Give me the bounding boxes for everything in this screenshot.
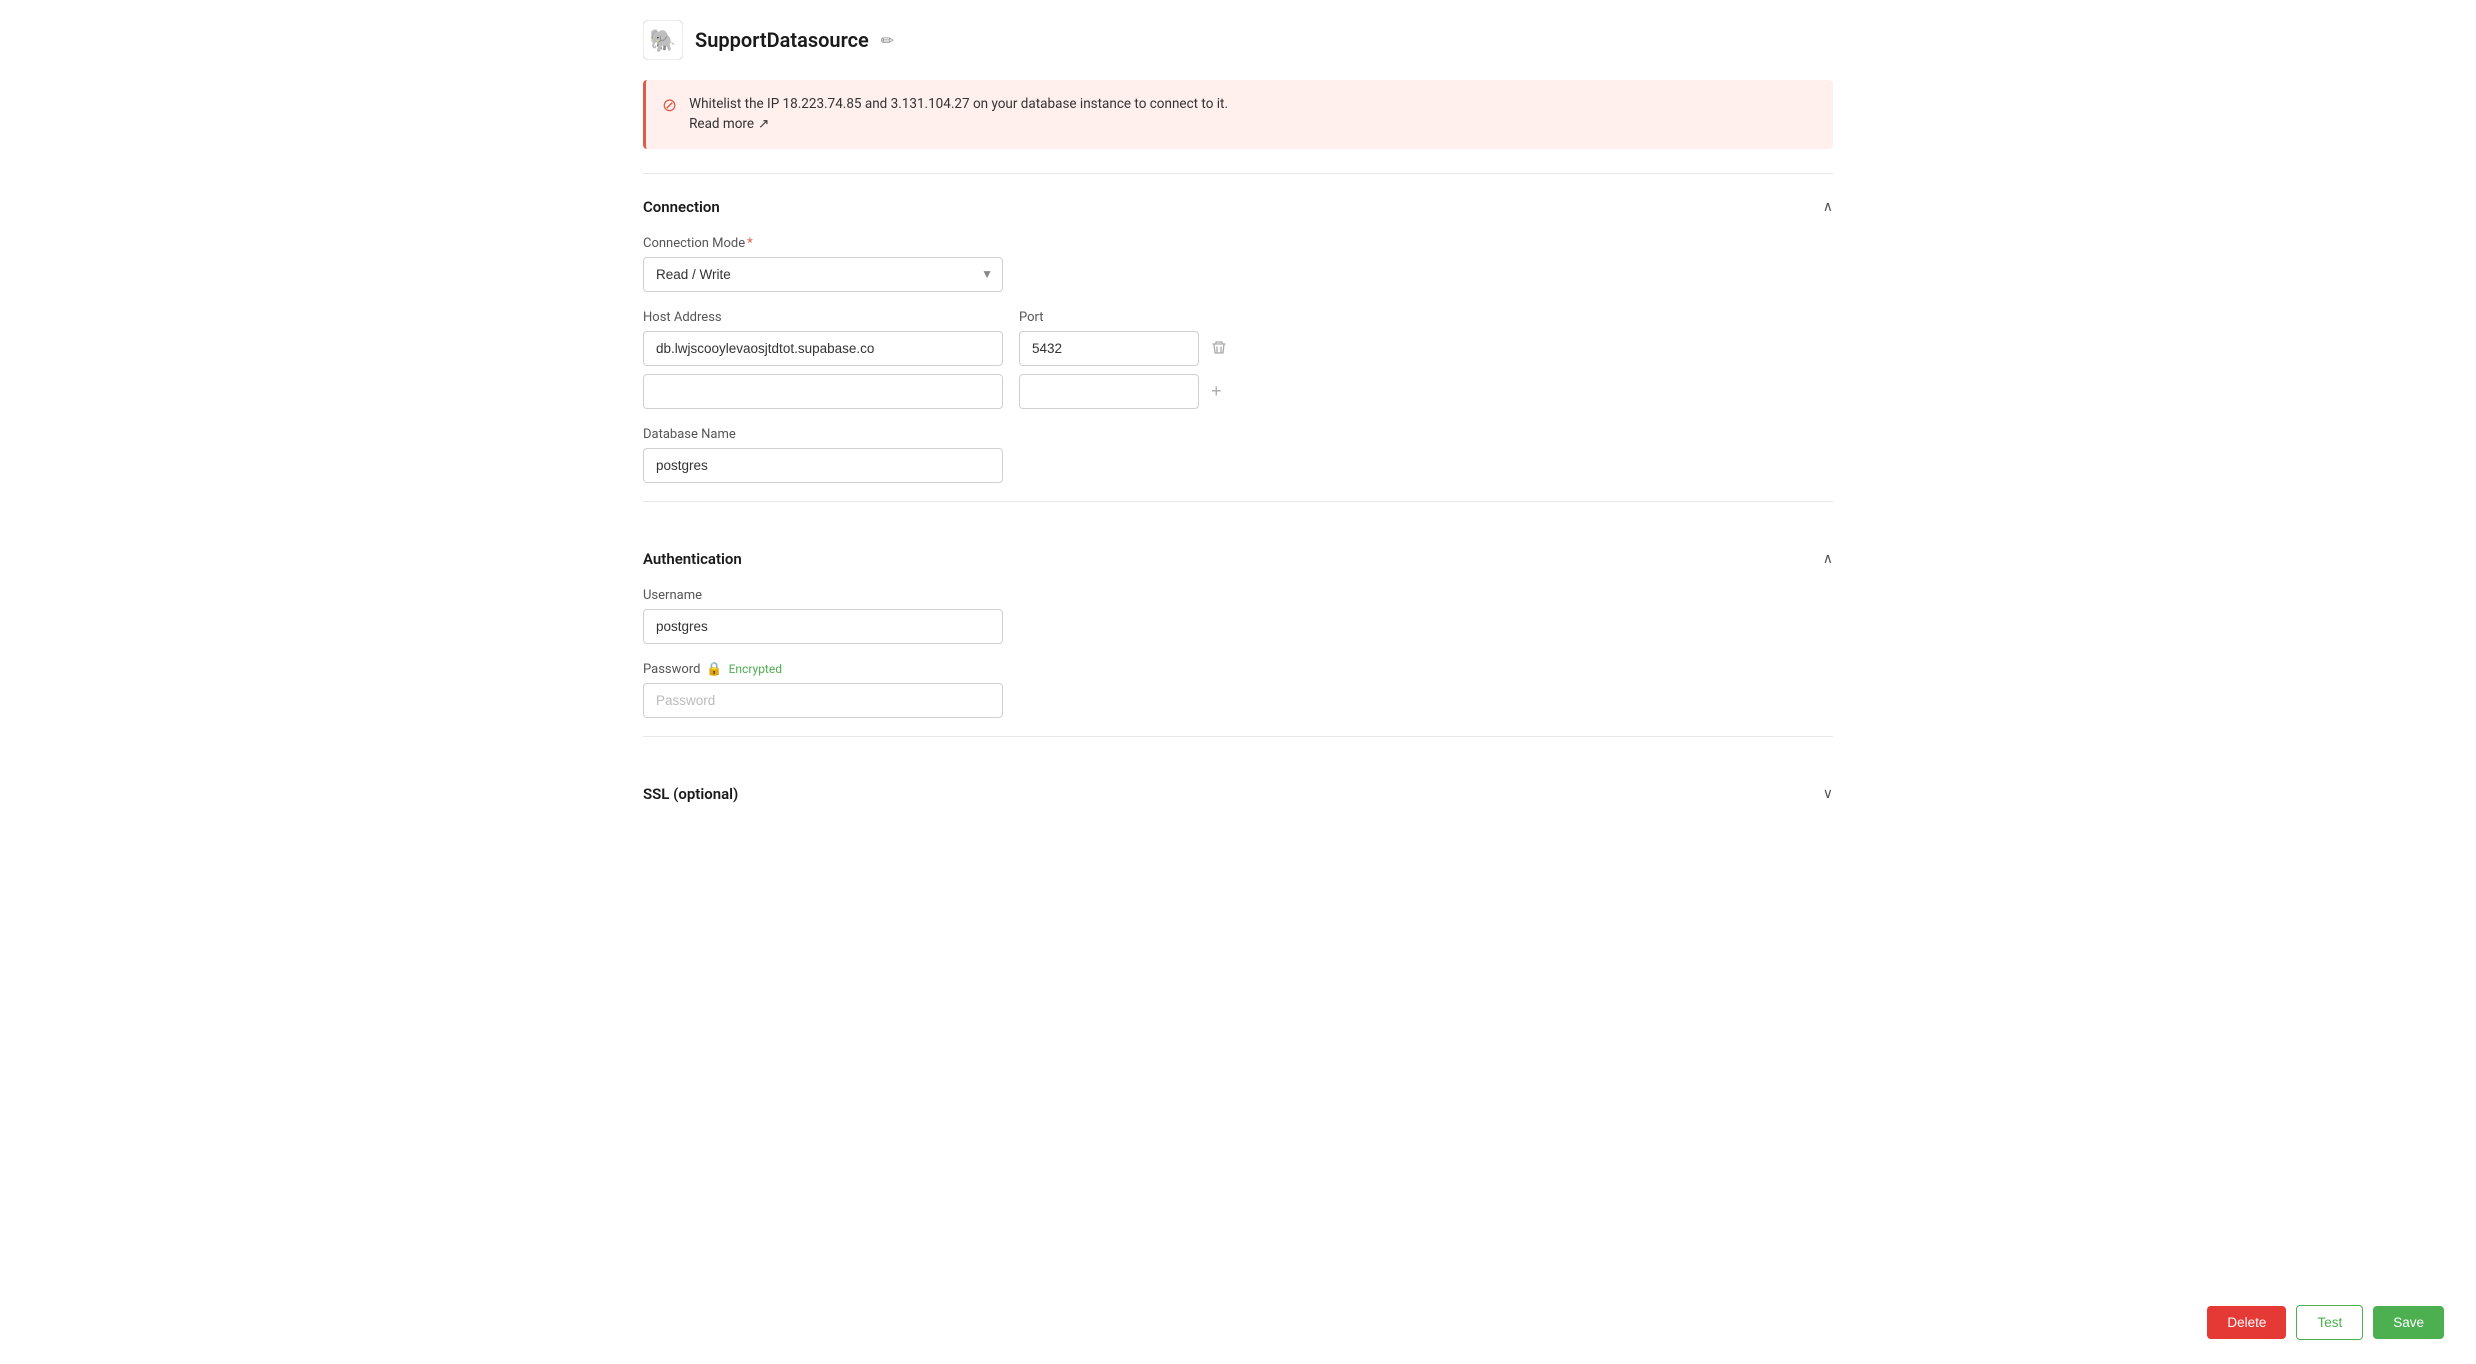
lock-icon: 🔒 <box>706 662 722 677</box>
auth-section-header[interactable]: Authentication ∧ <box>643 550 1833 568</box>
alert-read-more-link[interactable]: Read more ↗ <box>689 114 769 134</box>
username-input[interactable] <box>643 609 1003 644</box>
port-input[interactable] <box>1019 331 1199 366</box>
delete-port-button[interactable] <box>1207 336 1231 360</box>
ssl-section: SSL (optional) ∨ <box>643 761 1833 803</box>
encrypted-badge: Encrypted <box>729 662 782 676</box>
add-host-button[interactable]: + <box>1207 377 1226 406</box>
divider-connection <box>643 173 1833 174</box>
username-label: Username <box>643 588 1003 603</box>
username-group: Username <box>643 588 1003 644</box>
connection-mode-select-wrapper: Read / Write Read Only ▼ <box>643 257 1003 292</box>
host-address-group: Host Address <box>643 310 1003 366</box>
divider-ssl <box>643 736 1833 737</box>
ssl-section-title: SSL (optional) <box>643 785 738 803</box>
database-name-input[interactable] <box>643 448 1003 483</box>
edit-icon[interactable]: ✏ <box>881 31 894 50</box>
connection-section-header[interactable]: Connection ∧ <box>643 198 1833 216</box>
port-extra-input[interactable] <box>1019 374 1199 409</box>
connection-mode-group: Connection Mode* Read / Write Read Only … <box>643 236 1833 292</box>
datasource-title: SupportDatasource <box>695 28 869 52</box>
svg-text:🐘: 🐘 <box>649 28 676 54</box>
connection-mode-select[interactable]: Read / Write Read Only <box>643 257 1003 292</box>
connection-mode-label: Connection Mode* <box>643 236 1833 251</box>
save-button[interactable]: Save <box>2373 1306 2444 1339</box>
database-name-group: Database Name <box>643 427 1003 483</box>
connection-section: Connection ∧ Connection Mode* Read / Wri… <box>643 198 1833 483</box>
auth-chevron-icon: ∧ <box>1823 551 1833 567</box>
password-label-row: Password 🔒 Encrypted <box>643 662 1003 677</box>
test-button[interactable]: Test <box>2296 1305 2363 1340</box>
database-name-label: Database Name <box>643 427 1003 442</box>
alert-banner: ⊘ Whitelist the IP 18.223.74.85 and 3.13… <box>643 80 1833 149</box>
host-address-extra-input[interactable] <box>643 374 1003 409</box>
password-label: Password <box>643 662 700 677</box>
alert-icon: ⊘ <box>662 95 677 116</box>
host-address-extra-group <box>643 374 1003 409</box>
password-input[interactable] <box>643 683 1003 718</box>
page: 🐘 SupportDatasource ✏ ⊘ Whitelist the IP… <box>619 0 1857 1364</box>
authentication-section: Authentication ∧ Username Password 🔒 Enc… <box>643 526 1833 718</box>
port-extra-group: + <box>1019 374 1226 409</box>
connection-chevron-icon: ∧ <box>1823 199 1833 215</box>
host-address-label: Host Address <box>643 310 1003 325</box>
password-group: Password 🔒 Encrypted <box>643 662 1003 718</box>
alert-text: Whitelist the IP 18.223.74.85 and 3.131.… <box>689 94 1228 135</box>
ssl-section-header[interactable]: SSL (optional) ∨ <box>643 785 1833 803</box>
ssl-chevron-icon: ∨ <box>1823 786 1833 802</box>
connection-section-title: Connection <box>643 198 720 216</box>
host-address-input[interactable] <box>643 331 1003 366</box>
auth-section-title: Authentication <box>643 550 742 568</box>
postgres-logo: 🐘 <box>643 20 683 60</box>
delete-button[interactable]: Delete <box>2207 1306 2286 1339</box>
port-group: Port <box>1019 310 1231 366</box>
footer-actions: Delete Test Save <box>2207 1305 2444 1340</box>
divider-auth <box>643 501 1833 502</box>
port-label: Port <box>1019 310 1231 325</box>
header: 🐘 SupportDatasource ✏ <box>643 20 1833 60</box>
